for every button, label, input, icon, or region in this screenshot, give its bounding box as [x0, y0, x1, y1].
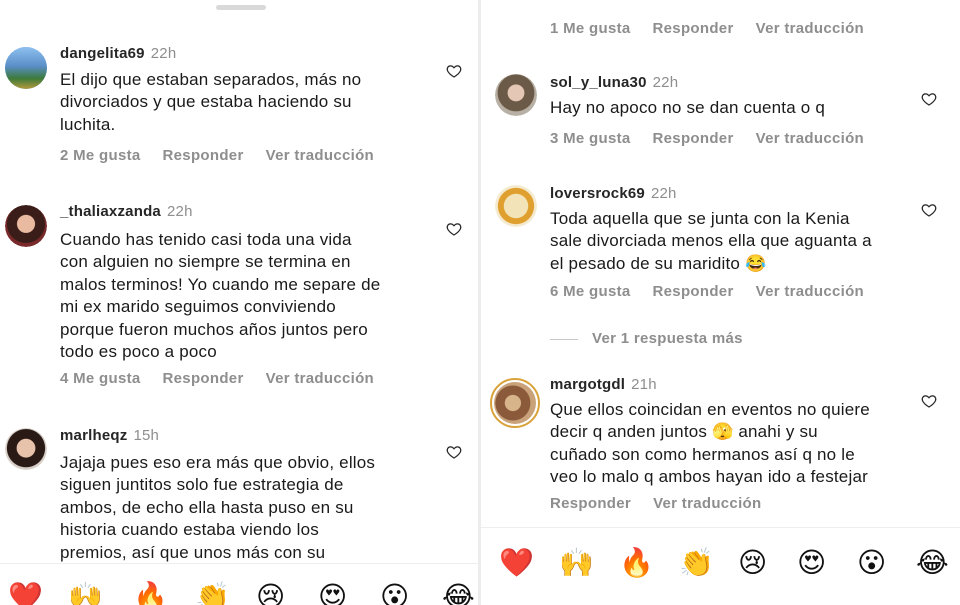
translate-button[interactable]: Ver traducción — [756, 283, 864, 300]
reply-button[interactable]: Responder — [653, 20, 734, 37]
surprised-emoji-button[interactable]: 😮 — [380, 580, 409, 605]
avatar[interactable] — [495, 74, 537, 116]
fire-emoji-button[interactable]: 🔥 — [133, 580, 168, 605]
avatar[interactable] — [495, 185, 537, 227]
like-heart-icon[interactable] — [446, 221, 462, 237]
comment-username[interactable]: marlheqz 15h — [60, 427, 159, 444]
translate-button[interactable]: Ver traducción — [756, 130, 864, 147]
comment-actions: 3 Me gusta Responder Ver traducción — [550, 130, 886, 147]
reply-button[interactable]: Responder — [653, 283, 734, 300]
comment-actions: 1 Me gusta Responder Ver traducción — [550, 20, 886, 37]
like-heart-icon[interactable] — [921, 202, 937, 218]
view-more-replies-button[interactable]: Ver 1 respuesta más — [550, 330, 743, 347]
translate-button[interactable]: Ver traducción — [266, 370, 374, 387]
like-heart-icon[interactable] — [446, 63, 462, 79]
raised-hands-emoji-button[interactable]: 🙌 — [559, 546, 594, 580]
comment-time: 22h — [150, 45, 177, 62]
comment-time: 22h — [166, 203, 193, 220]
crying-emoji-button[interactable]: 😢 — [256, 580, 285, 605]
comment-text: Hay no apoco no se dan cuenta o q — [550, 98, 826, 117]
avatar[interactable] — [5, 47, 47, 89]
likes-count[interactable]: 4 Me gusta — [60, 370, 141, 387]
comment-username[interactable]: _thaliaxzanda 22h — [60, 203, 193, 220]
comment-actions: Responder Ver traducción — [550, 495, 783, 512]
likes-count[interactable]: 1 Me gusta — [550, 20, 631, 37]
reply-button[interactable]: Responder — [653, 130, 734, 147]
comment-text: Que ellos coincidan en eventos no quiere… — [550, 400, 870, 487]
comment-actions: 4 Me gusta Responder Ver traducción — [60, 370, 396, 387]
left-comments-panel: dangelita69 22h El dijo que estaban separ… — [0, 0, 478, 605]
comment-username[interactable]: dangelita69 22h — [60, 45, 176, 62]
heart-eyes-emoji-button[interactable]: 😍 — [318, 580, 347, 605]
laughing-emoji-button[interactable]: 😂 — [916, 546, 949, 580]
likes-count[interactable]: 2 Me gusta — [60, 147, 141, 164]
raised-hands-emoji-button[interactable]: 🙌 — [68, 580, 103, 605]
like-heart-icon[interactable] — [921, 91, 937, 107]
avatar[interactable] — [5, 205, 47, 247]
heart-emoji-button[interactable]: ❤️ — [8, 580, 43, 605]
heart-emoji-button[interactable]: ❤️ — [499, 546, 534, 580]
laughing-emoji-button[interactable]: 😂 — [442, 580, 475, 605]
comment-time: 22h — [650, 185, 677, 202]
reply-button[interactable]: Responder — [163, 370, 244, 387]
translate-button[interactable]: Ver traducción — [266, 147, 374, 164]
fire-emoji-button[interactable]: 🔥 — [619, 546, 654, 580]
comment-time: 22h — [652, 74, 679, 91]
reply-thread-line — [550, 338, 578, 340]
like-heart-icon[interactable] — [921, 393, 937, 409]
avatar-with-story-ring[interactable] — [490, 378, 540, 428]
right-comments-panel: 1 Me gusta Responder Ver traducción sol_y_… — [481, 0, 960, 605]
comment-time: 15h — [133, 427, 160, 444]
translate-button[interactable]: Ver traducción — [653, 495, 761, 512]
likes-count[interactable]: 3 Me gusta — [550, 130, 631, 147]
heart-eyes-emoji-button[interactable]: 😍 — [797, 546, 826, 580]
reply-button[interactable]: Responder — [550, 495, 631, 512]
reply-button[interactable]: Responder — [163, 147, 244, 164]
surprised-emoji-button[interactable]: 😮 — [857, 546, 886, 580]
likes-count[interactable]: 6 Me gusta — [550, 283, 631, 300]
comment-username[interactable]: sol_y_luna30 22h — [550, 74, 678, 91]
emoji-reaction-bar: ❤️ 🙌 🔥 👏 😢 😍 😮 😂 — [0, 563, 478, 605]
clapping-emoji-button[interactable]: 👏 — [195, 580, 230, 605]
sheet-grab-handle[interactable] — [216, 5, 266, 10]
comment-username[interactable]: loversrock69 22h — [550, 185, 677, 202]
emoji-reaction-bar: ❤️ 🙌 🔥 👏 😢 😍 😮 😂 — [481, 527, 960, 605]
comment-username[interactable]: margotgdl 21h — [550, 376, 657, 393]
translate-button[interactable]: Ver traducción — [756, 20, 864, 37]
comment-text: Toda aquella que se junta con la Kenia s… — [550, 209, 872, 273]
crying-emoji-button[interactable]: 😢 — [738, 546, 767, 580]
comment-actions: 2 Me gusta Responder Ver traducción — [60, 147, 396, 164]
clapping-emoji-button[interactable]: 👏 — [679, 546, 714, 580]
comment-text: Cuando has tenido casi toda una vida con… — [60, 230, 381, 362]
like-heart-icon[interactable] — [446, 444, 462, 460]
comment-actions: 6 Me gusta Responder Ver traducción — [550, 283, 886, 300]
comment-time: 21h — [631, 376, 657, 393]
comment-text: Jajaja pues eso era más que obvio, ellos… — [60, 453, 376, 562]
avatar[interactable] — [5, 428, 47, 470]
comment-text: El dijo que estaban separados, más no di… — [60, 70, 362, 134]
